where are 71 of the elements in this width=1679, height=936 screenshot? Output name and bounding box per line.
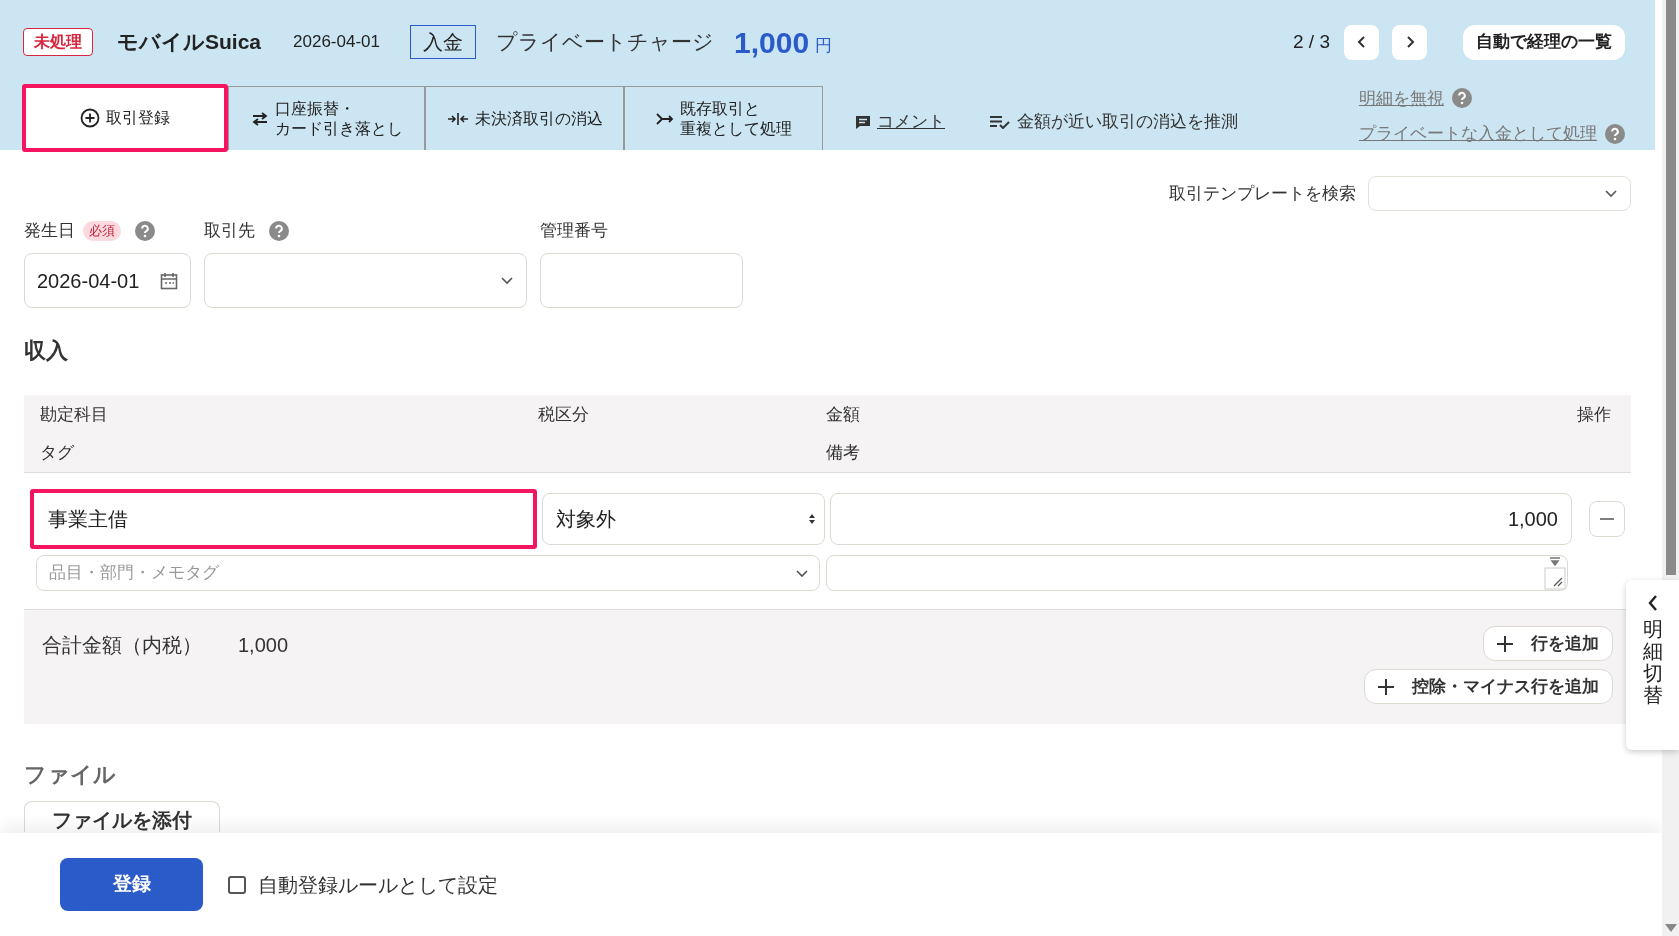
amount: 1,000 (734, 24, 810, 61)
account-name: モバイルSuica (117, 29, 262, 56)
sort-arrows-icon (808, 512, 816, 526)
pager-text: 2 / 3 (1293, 29, 1330, 54)
account-field[interactable]: 事業主借 (30, 489, 537, 549)
text-link[interactable]: プライベートな入金として処理 (1359, 121, 1597, 147)
date-field[interactable]: 2026-04-01 (24, 253, 191, 308)
scroll-down-icon[interactable] (1664, 924, 1677, 932)
comment-link[interactable]: コメント (855, 109, 945, 135)
required-badge: 必須 (83, 221, 121, 241)
list-check-icon (989, 115, 1011, 129)
tab[interactable]: 取引登録 (22, 84, 228, 152)
next-button[interactable] (1392, 24, 1427, 60)
detail-switch-tab[interactable]: 明細切替 (1626, 580, 1679, 750)
chevron-left-icon (1356, 35, 1367, 49)
transaction-description: プライベートチャージ (496, 29, 714, 56)
field-label: 管理番号 (540, 220, 608, 243)
comment-icon (855, 114, 871, 130)
chevron-right-icon (1404, 35, 1415, 49)
attach-file-button[interactable]: ファイルを添付 (24, 801, 220, 832)
column-header: 操作 (1577, 403, 1611, 426)
checkbox-label: 自動登録ルールとして設定 (258, 872, 498, 898)
chevron-down-icon (795, 568, 809, 578)
resize-handle-icon (1544, 556, 1566, 590)
calendar-icon[interactable] (160, 271, 178, 290)
column-header: 税区分 (538, 403, 590, 426)
plus-icon (1378, 678, 1394, 695)
text-link[interactable]: 明細を無視 (1359, 85, 1444, 111)
plus-icon (1497, 635, 1513, 652)
help-icon[interactable] (1605, 123, 1625, 144)
column-header: 備考 (826, 442, 861, 464)
remove-row-button[interactable] (1589, 501, 1625, 537)
register-button[interactable]: 登録 (60, 858, 203, 911)
total-amount: 1,000 (238, 633, 289, 658)
column-header: 金額 (826, 403, 861, 426)
status-badge: 未処理 (23, 28, 93, 56)
tax-select[interactable]: 対象外 (542, 493, 825, 545)
number-field[interactable] (540, 253, 743, 308)
field-label: 取引先 (204, 220, 255, 243)
amount-field[interactable]: 1,000 (830, 493, 1572, 545)
help-icon[interactable] (1452, 88, 1472, 109)
minus-icon (1600, 518, 1614, 520)
scrollbar-thumb[interactable] (1665, 0, 1676, 575)
help-icon[interactable] (269, 221, 289, 241)
column-header: タグ (40, 442, 75, 464)
field-label: 発生日 (24, 220, 75, 243)
checkbox[interactable] (228, 875, 246, 894)
transaction-date: 2026-04-01 (293, 31, 380, 54)
chevron-left-icon (1646, 594, 1659, 612)
chevron-down-icon (1604, 189, 1618, 198)
section-title: ファイル (24, 761, 117, 789)
column-header: 勘定科目 (40, 403, 109, 426)
tab[interactable]: 口座振替・ カード引き落とし (228, 86, 425, 150)
previous-button[interactable] (1344, 24, 1379, 60)
plus-circle-icon (80, 108, 100, 128)
tab[interactable]: 既存取引と 重複として処理 (624, 86, 823, 150)
currency: 円 (815, 35, 833, 58)
chevron-down-icon (500, 276, 514, 285)
tab[interactable]: 未決済取引の消込 (425, 86, 624, 150)
add-row-button[interactable]: 行を追加 (1483, 626, 1613, 661)
type-badge: 入金 (410, 25, 476, 59)
merge-arrow-icon (655, 111, 674, 126)
total-label: 合計金額（内税） (42, 633, 202, 658)
merge-arrows-icon (446, 111, 469, 126)
template-search-label: 取引テンプレートを検索 (1169, 182, 1356, 205)
section-title: 収入 (24, 337, 69, 365)
swap-arrows-icon (250, 111, 269, 126)
help-icon[interactable] (135, 221, 155, 241)
guess-settlement-link[interactable]: 金額が近い取引の消込を推測 (989, 109, 1238, 135)
add-row-button[interactable]: 控除・マイナス行を追加 (1364, 669, 1613, 704)
auto-bookkeeping-list-button[interactable]: 自動で経理の一覧 (1463, 24, 1625, 60)
